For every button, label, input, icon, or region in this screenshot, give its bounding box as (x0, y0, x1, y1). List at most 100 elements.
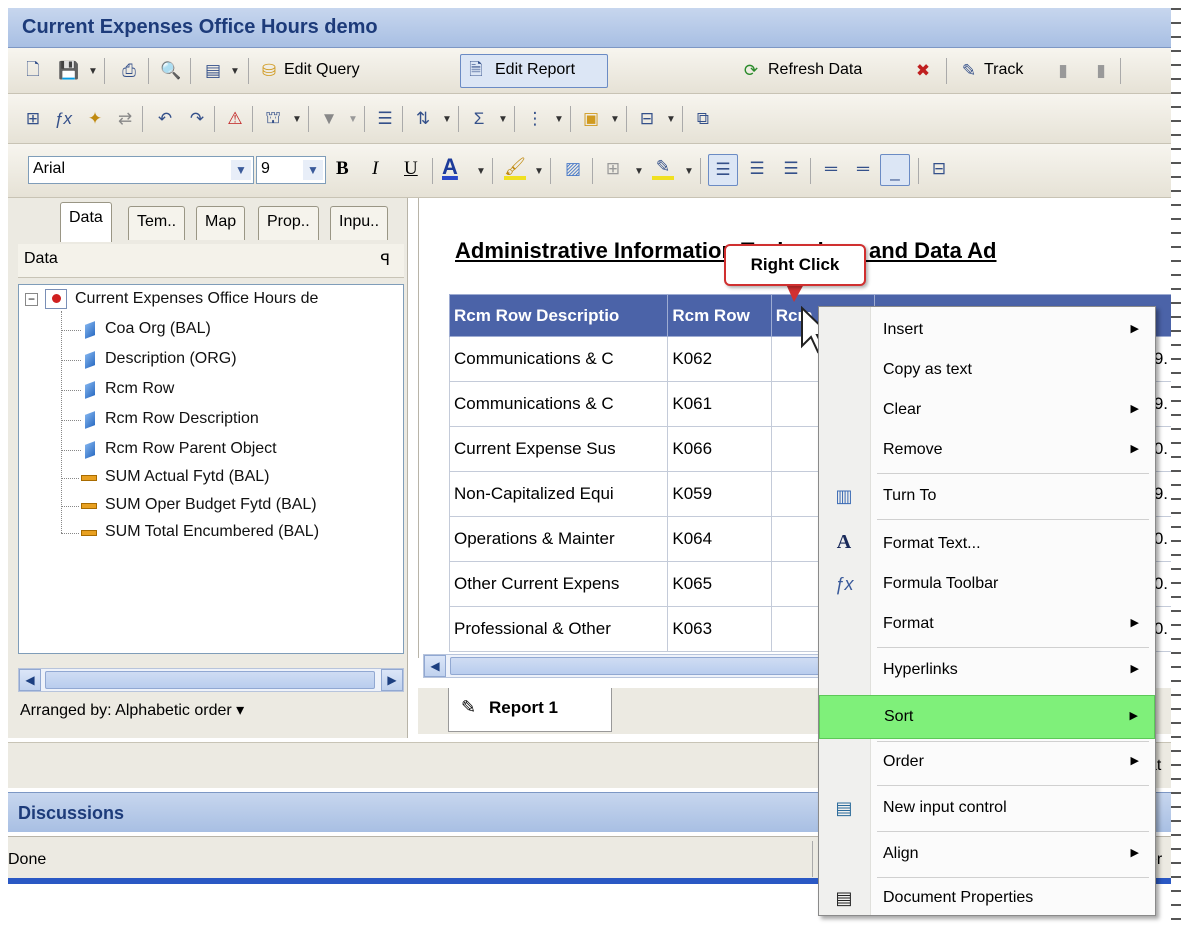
alert-icon[interactable]: ⚠ (224, 108, 246, 130)
layer-dropdown-arrow[interactable]: ▼ (610, 114, 620, 125)
table-cell[interactable]: Non-Capitalized Equi (448, 471, 669, 517)
save-dropdown-arrow[interactable]: ▼ (88, 66, 98, 77)
track-option-2-icon[interactable]: ▮ (1090, 60, 1112, 82)
tree-root-label[interactable]: Current Expenses Office Hours de (75, 290, 318, 308)
tracking-icon[interactable]: ⛫ (262, 108, 284, 130)
chevron-down-icon[interactable]: ▼ (231, 160, 251, 180)
view-structure-icon[interactable]: ▤ (202, 60, 224, 82)
undo-icon[interactable]: ↶ (154, 108, 176, 130)
menu-item-document-properties[interactable]: ▤ Document Properties (819, 877, 1155, 921)
table-cell[interactable]: Operations & Mainter (448, 516, 669, 562)
menu-item-order[interactable]: Order ▶ (819, 741, 1155, 785)
tab-properties[interactable]: Prop.. (258, 206, 319, 240)
menu-item-sort[interactable]: Sort ▶ (819, 695, 1155, 739)
align-middle-icon[interactable]: ═ (852, 158, 874, 180)
refresh-data-button[interactable]: Refresh Data (768, 61, 862, 79)
menu-item-remove[interactable]: Remove ▶ (819, 429, 1155, 473)
layer-icon[interactable]: ▣ (580, 108, 602, 130)
copy-block-icon[interactable]: ⧉ (692, 108, 714, 130)
section-dropdown-arrow[interactable]: ▼ (666, 114, 676, 125)
tab-map[interactable]: Map (196, 206, 246, 240)
edit-query-button[interactable]: Edit Query (284, 61, 360, 79)
purge-icon[interactable]: ✖ (912, 60, 934, 82)
menu-item-align[interactable]: Align ▶ (819, 833, 1155, 877)
table-cell[interactable]: K063 (667, 606, 772, 652)
table-cell[interactable]: Professional & Other (448, 606, 669, 652)
borders-dropdown-arrow[interactable]: ▼ (634, 166, 644, 177)
table-cell[interactable]: K065 (667, 561, 772, 607)
table-cell[interactable]: Communications & C (448, 381, 669, 427)
scroll-right-icon[interactable]: ▶ (381, 669, 403, 691)
scroll-left-icon[interactable]: ◀ (424, 655, 446, 677)
font-color-dropdown-arrow[interactable]: ▼ (476, 166, 486, 177)
edit-report-button[interactable]: 🗎 Edit Report (460, 54, 608, 88)
ranking-icon[interactable]: ⋮ (524, 108, 546, 130)
find-icon[interactable]: 🔍 (160, 60, 182, 82)
view-dropdown-arrow[interactable]: ▼ (230, 66, 240, 77)
tree-item[interactable]: SUM Oper Budget Fytd (BAL) (105, 496, 317, 514)
sum-icon[interactable]: Σ (468, 108, 490, 130)
menu-item-format[interactable]: Format ▶ (819, 603, 1155, 647)
tab-data[interactable]: Data (60, 202, 112, 242)
border-color-icon[interactable]: ✎ (652, 157, 674, 180)
sort-icon[interactable]: ⇅ (412, 108, 434, 130)
column-header[interactable]: Rcm Row (667, 294, 772, 337)
tree-item[interactable]: Rcm Row Description (105, 410, 259, 428)
column-header[interactable]: Rcm Row Descriptio (448, 294, 669, 337)
bold-button[interactable]: B (336, 158, 349, 180)
borders-icon[interactable]: ⊞ (602, 158, 624, 180)
menu-item-turn-to[interactable]: ▥ Turn To (819, 475, 1155, 519)
scrollbar-thumb[interactable] (450, 657, 820, 675)
font-size-select[interactable]: 9 ▼ (256, 156, 326, 184)
font-color-button[interactable]: A (442, 154, 458, 180)
section-icon[interactable]: ⊟ (636, 108, 658, 130)
tree-item[interactable]: Rcm Row (105, 380, 174, 398)
tree-item[interactable]: SUM Total Encumbered (BAL) (105, 523, 319, 541)
redo-icon[interactable]: ↷ (186, 108, 208, 130)
menu-item-copy-as-text[interactable]: Copy as text (819, 349, 1155, 393)
break-icon[interactable]: ☰ (374, 108, 396, 130)
align-left-button[interactable]: ☰ (708, 154, 738, 186)
wrap-text-icon[interactable]: ⊟ (928, 158, 950, 180)
table-cell[interactable]: K059 (667, 471, 772, 517)
fill-color-dropdown-arrow[interactable]: ▼ (534, 166, 544, 177)
table-cell[interactable]: K061 (667, 381, 772, 427)
table-cell[interactable]: K064 (667, 516, 772, 562)
tree-horizontal-scrollbar[interactable]: ◀ ▶ (18, 668, 404, 692)
variable-icon[interactable]: ✦ (84, 108, 106, 130)
align-center-icon[interactable]: ☰ (746, 158, 768, 180)
tree-item[interactable]: Coa Org (BAL) (105, 320, 211, 338)
border-color-dropdown-arrow[interactable]: ▼ (684, 166, 694, 177)
table-cell[interactable]: Communications & C (448, 336, 669, 382)
menu-item-insert[interactable]: Insert ▶ (819, 309, 1155, 353)
background-image-icon[interactable]: ▨ (562, 158, 584, 180)
underline-button[interactable]: U (404, 158, 418, 180)
filter-dropdown-arrow[interactable]: ▼ (348, 114, 358, 125)
collapse-icon[interactable]: − (25, 293, 38, 306)
table-cell[interactable]: K066 (667, 426, 772, 472)
insert-cell-icon[interactable]: ⊞ (22, 108, 44, 130)
pin-icon[interactable]: ꟼ (380, 250, 390, 270)
tree-item[interactable]: Rcm Row Parent Object (105, 440, 277, 458)
tab-input-controls[interactable]: Inpu.. (330, 206, 389, 240)
chevron-down-icon[interactable]: ▼ (303, 160, 323, 180)
track-button[interactable]: Track (984, 61, 1023, 79)
align-top-icon[interactable]: ═ (820, 158, 842, 180)
table-cell[interactable]: Other Current Expens (448, 561, 669, 607)
formula-icon[interactable]: ƒx (52, 108, 74, 130)
sum-dropdown-arrow[interactable]: ▼ (498, 114, 508, 125)
align-bottom-button[interactable]: _ (880, 154, 910, 186)
report-horizontal-scrollbar[interactable]: ◀ (423, 654, 823, 678)
dropdown-arrow[interactable]: ▼ (292, 114, 302, 125)
merge-icon[interactable]: ⇄ (114, 108, 136, 130)
scrollbar-thumb[interactable] (45, 671, 375, 689)
arranged-by-dropdown[interactable]: Arranged by: Alphabetic order ▾ (20, 700, 244, 720)
italic-button[interactable]: I (372, 158, 378, 180)
print-icon[interactable]: ⎙ (118, 60, 140, 82)
scroll-left-icon[interactable]: ◀ (19, 669, 41, 691)
tree-item[interactable]: SUM Actual Fytd (BAL) (105, 468, 270, 486)
tab-report-1[interactable]: ✎ Report 1 (448, 688, 612, 732)
menu-item-format-text[interactable]: A Format Text... (819, 523, 1155, 567)
fill-color-icon[interactable]: 🖌 (504, 157, 526, 180)
menu-item-clear[interactable]: Clear ▶ (819, 389, 1155, 433)
